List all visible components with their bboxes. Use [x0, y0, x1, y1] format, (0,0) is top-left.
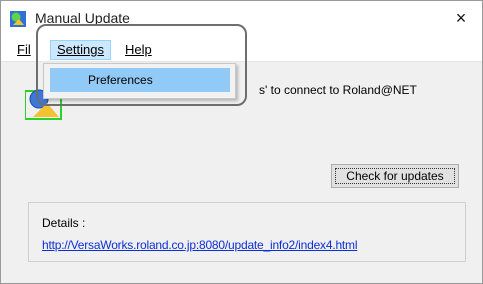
close-icon[interactable]: × — [452, 8, 470, 28]
menu-item-preferences[interactable]: Preferences — [50, 68, 230, 92]
menu-settings-label: Settings — [57, 42, 104, 57]
menu-help[interactable]: Help — [119, 41, 158, 59]
menu-bar: Fil Settings Help — [1, 37, 482, 62]
update-info-link[interactable]: http://VersaWorks.roland.co.jp:8080/upda… — [42, 238, 358, 252]
menu-file-label: Fil — [17, 42, 31, 57]
details-label: Details : — [42, 216, 86, 230]
menu-file[interactable]: Fil — [11, 41, 37, 59]
settings-dropdown-menu: Preferences — [43, 63, 236, 99]
menu-help-label: Help — [125, 42, 152, 57]
details-group: Details : http://VersaWorks.roland.co.jp… — [28, 202, 466, 262]
connect-message: s' to connect to Roland@NET — [259, 83, 417, 97]
window-title: Manual Update — [35, 10, 130, 26]
check-for-updates-label: Check for updates — [335, 168, 455, 184]
menu-settings[interactable]: Settings — [50, 40, 111, 60]
app-globe-icon — [10, 11, 26, 27]
title-bar[interactable]: Manual Update × — [1, 1, 482, 37]
check-for-updates-button[interactable]: Check for updates — [331, 164, 459, 188]
manual-update-window: Manual Update × Fil Settings Help s' to … — [0, 0, 483, 284]
